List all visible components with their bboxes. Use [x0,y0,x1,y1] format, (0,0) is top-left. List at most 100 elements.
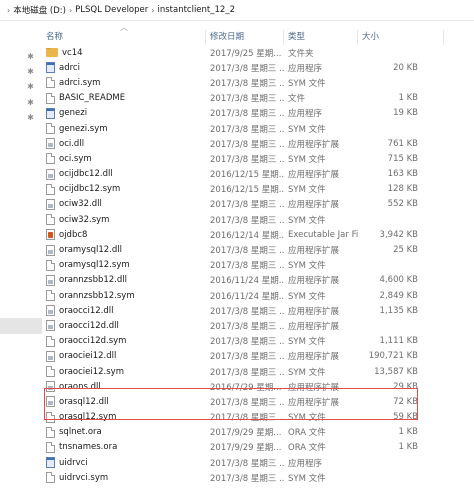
dll-icon [46,350,55,362]
file-type: 文件 [288,94,306,105]
file-name-cell[interactable]: ojdbc8 [42,229,206,241]
file-name-cell[interactable]: genezi.sym [42,123,206,135]
file-row[interactable]: sqlnet.ora 2017/9/29 星期... ORA 文件 1 KB [42,425,474,440]
file-size: 20 KB [393,62,418,73]
file-name: genezi [59,108,88,119]
pin-icon[interactable]: ✱ [26,52,35,61]
file-date: 2017/3/8 星期三 ... [210,63,284,74]
file-type: Executable Jar File [288,229,358,240]
breadcrumb-root-chevron-icon[interactable]: › [7,6,10,15]
file-name-cell[interactable]: oraocci12d.dll [42,320,206,332]
breadcrumb-plsql-developer[interactable]: PLSQL Developer [75,5,148,15]
file-row[interactable]: oraocci12.dll 2017/3/8 星期三 ... 应用程序扩展 1,135… [42,303,474,318]
file-row[interactable]: ociw32.dll 2017/3/8 星期三 ... 应用程序扩展 552 KB [42,197,474,212]
file-date: 2017/3/8 星期三 ... [210,94,284,105]
file-row[interactable]: vc14 2017/9/25 星期... 文件夹 [42,45,474,60]
file-row[interactable]: oci.sym 2017/3/8 星期三 ... SYM 文件 715 KB [42,151,474,166]
file-row[interactable]: ojdbc8 2016/12/14 星期... Executable Jar Fil… [42,227,474,242]
file-row[interactable]: adrci 2017/3/8 星期三 ... 应用程序 20 KB [42,60,474,75]
file-row[interactable]: oramysql12.sym 2017/3/8 星期三 ... SYM 文件 [42,258,474,273]
file-name-cell[interactable]: tnsnames.ora [42,441,206,453]
file-name: BASIC_README [59,93,126,104]
dll-icon [46,274,55,286]
pin-icon[interactable]: ✱ [26,82,35,91]
file-row[interactable]: uidrvci 2017/3/8 星期三 ... 应用程序 [42,455,474,470]
file-row[interactable]: orannzsbb12.dll 2016/11/24 星期... 应用程序扩展 4,6… [42,273,474,288]
column-header-size[interactable]: 大小 [358,30,444,45]
column-header-type[interactable]: 类型 [284,30,358,45]
file-list: vc14 2017/9/25 星期... 文件夹 adrci 2017/3/8 星期三 … [42,45,474,488]
file-name-cell[interactable]: ocijdbc12.sym [42,183,206,195]
file-name-cell[interactable]: vc14 [42,47,206,58]
file-type: 应用程序扩展 [288,246,340,257]
breadcrumb-drive[interactable]: 本地磁盘 (D:) [13,4,66,16]
file-icon [46,472,55,484]
file-name-cell[interactable]: sqlnet.ora [42,426,206,438]
file-size: 1,111 KB [379,336,418,347]
file-row[interactable]: oci.dll 2017/3/8 星期三 ... 应用程序扩展 761 KB [42,136,474,151]
file-icon [46,183,55,195]
file-name-cell[interactable]: orannzsbb12.sym [42,290,206,302]
file-row[interactable]: ociw32.sym 2017/3/8 星期三 ... SYM 文件 [42,212,474,227]
column-header-name[interactable]: 名称 [42,30,206,45]
file-name: uidrvci.sym [59,472,109,483]
breadcrumb-instantclient[interactable]: instantclient_12_2 [157,5,235,15]
file-row[interactable]: oraocci12d.sym 2017/3/8 星期三 ... SYM 文件 1,11… [42,334,474,349]
file-icon [46,77,55,89]
file-row[interactable]: uidrvci.sym 2017/3/8 星期三 ... SYM 文件 [42,470,474,485]
address-bar[interactable]: › 本地磁盘 (D:) › PLSQL Developer › instantc… [0,0,474,21]
file-size: 1,135 KB [379,305,418,316]
file-name-cell[interactable]: BASIC_README [42,92,206,104]
file-date: 2017/3/8 星期三 ... [210,352,284,363]
file-row[interactable]: oraociei12.dll 2017/3/8 星期三 ... 应用程序扩展 190,… [42,349,474,364]
file-row[interactable]: adrci.sym 2017/3/8 星期三 ... SYM 文件 [42,75,474,90]
file-name: vc14 [62,47,83,58]
file-name-cell[interactable]: ociw32.dll [42,198,206,210]
file-name-cell[interactable]: orannzsbb12.dll [42,274,206,286]
file-name: oraociei12.sym [59,366,124,377]
file-row[interactable]: oramysql12.dll 2017/3/8 星期三 ... 应用程序扩展 25 K… [42,242,474,257]
file-row[interactable]: ocijdbc12.sym 2016/12/15 星期... SYM 文件 128 K… [42,182,474,197]
file-name-cell[interactable]: oraociei12.sym [42,366,206,378]
file-name: oraocci12.dll [59,305,114,316]
file-row[interactable]: tnsnames.ora 2017/9/29 星期... ORA 文件 1 KB [42,440,474,455]
file-name-cell[interactable]: oci.sym [42,153,206,165]
file-row[interactable]: ocijdbc12.dll 2016/12/15 星期... 应用程序扩展 163 K… [42,167,474,182]
file-row[interactable]: oraociei12.sym 2017/3/8 星期三 ... SYM 文件 13,5… [42,364,474,379]
navigation-pane: ✱ ✱ ✱ ✱ ✱ [0,21,42,488]
file-name-cell[interactable]: ociw32.sym [42,214,206,226]
pin-icon[interactable]: ✱ [26,98,35,107]
file-name-cell[interactable]: oramysql12.dll [42,244,206,256]
file-size: 715 KB [387,153,418,164]
file-size: 190,721 KB [368,351,418,362]
file-icon [46,123,55,135]
file-name-cell[interactable]: ocijdbc12.dll [42,168,206,180]
file-name-cell[interactable]: uidrvci [42,457,206,469]
file-row[interactable]: orannzsbb12.sym 2016/11/24 星期... SYM 文件 2,8… [42,288,474,303]
file-name-cell[interactable]: adrci [42,62,206,74]
column-header-date[interactable]: 修改日期 [206,30,284,45]
file-row[interactable]: genezi 2017/3/8 星期三 ... 应用程序 19 KB [42,106,474,121]
file-row[interactable]: BASIC_README 2017/3/8 星期三 ... 文件 1 KB [42,91,474,106]
file-name-cell[interactable]: oci.dll [42,138,206,150]
file-name-cell[interactable]: uidrvci.sym [42,472,206,484]
pin-icon[interactable]: ✱ [26,67,35,76]
file-type: 应用程序扩展 [288,276,340,287]
file-name-cell[interactable]: genezi [42,107,206,119]
file-icon [46,335,55,347]
file-row[interactable]: genezi.sym 2017/3/8 星期三 ... SYM 文件 [42,121,474,136]
file-name-cell[interactable]: adrci.sym [42,77,206,89]
file-date: 2017/3/8 星期三 ... [210,367,284,378]
file-name-cell[interactable]: oramysql12.sym [42,259,206,271]
file-name: oci.dll [59,138,85,149]
file-date: 2016/11/24 星期... [210,291,284,302]
pin-icon[interactable]: ✱ [26,113,35,122]
file-row[interactable]: oraocci12d.dll 2017/3/8 星期三 ... 应用程序扩展 [42,318,474,333]
file-name-cell[interactable]: oraocci12d.sym [42,335,206,347]
file-date: 2017/3/8 星期三 ... [210,78,284,89]
file-name-cell[interactable]: oraocci12.dll [42,305,206,317]
navigation-pane-selected-item[interactable] [0,318,42,334]
file-name: orannzsbb12.dll [59,275,127,286]
file-size: 1 KB [398,427,418,438]
file-name-cell[interactable]: oraociei12.dll [42,350,206,362]
